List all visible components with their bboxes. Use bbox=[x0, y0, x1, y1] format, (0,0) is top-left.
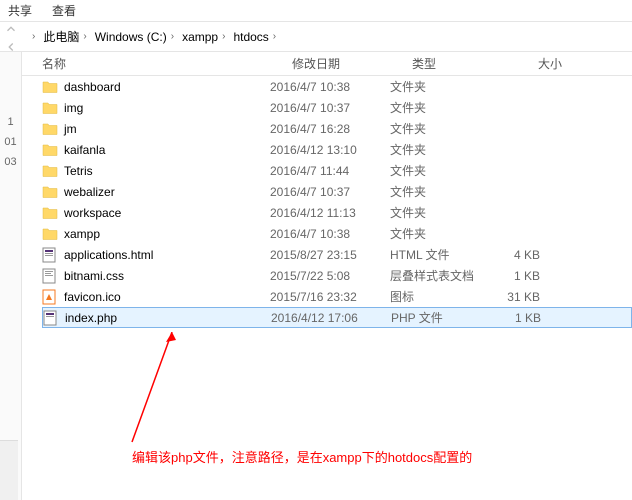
file-type: 文件夹 bbox=[390, 99, 490, 116]
scrollbar-hint[interactable] bbox=[0, 440, 18, 500]
file-size: 1 KB bbox=[491, 311, 551, 325]
ico-icon bbox=[42, 289, 60, 305]
chevron-right-icon: › bbox=[83, 31, 86, 42]
toolbar-view[interactable]: 查看 bbox=[52, 2, 76, 19]
header-name[interactable]: 名称 bbox=[42, 55, 292, 72]
header-type[interactable]: 类型 bbox=[412, 55, 512, 72]
breadcrumb-label: xampp bbox=[182, 30, 218, 44]
file-date: 2016/4/7 11:44 bbox=[270, 164, 390, 178]
breadcrumb-label: Windows (C:) bbox=[95, 30, 167, 44]
file-date: 2016/4/12 11:13 bbox=[270, 206, 390, 220]
file-date: 2015/7/16 23:32 bbox=[270, 290, 390, 304]
file-type: 层叠样式表文档 bbox=[390, 267, 490, 284]
file-date: 2016/4/12 13:10 bbox=[270, 143, 390, 157]
file-type: PHP 文件 bbox=[391, 309, 491, 326]
breadcrumb-bar: › 此电脑 › Windows (C:) › xampp › htdocs › bbox=[0, 22, 632, 52]
file-row[interactable]: xampp 2016/4/7 10:38文件夹 bbox=[42, 223, 632, 244]
breadcrumb-item[interactable]: xampp › bbox=[180, 30, 231, 44]
file-date: 2016/4/7 10:37 bbox=[270, 101, 390, 115]
file-size: 31 KB bbox=[490, 290, 550, 304]
file-date: 2016/4/12 17:06 bbox=[271, 311, 391, 325]
toolbar: 共享 查看 bbox=[0, 0, 632, 22]
file-row[interactable]: Tetris 2016/4/7 11:44文件夹 bbox=[42, 160, 632, 181]
file-row[interactable]: kaifanla 2016/4/12 13:10文件夹 bbox=[42, 139, 632, 160]
file-date: 2016/4/7 10:38 bbox=[270, 227, 390, 241]
file-row[interactable]: img 2016/4/7 10:37文件夹 bbox=[42, 97, 632, 118]
folder-icon bbox=[42, 121, 60, 137]
file-date: 2016/4/7 10:38 bbox=[270, 80, 390, 94]
column-headers: 名称 修改日期 类型 大小 bbox=[22, 52, 632, 76]
chevron-right-icon: › bbox=[32, 31, 35, 42]
file-type: 文件夹 bbox=[390, 162, 490, 179]
breadcrumb-item[interactable]: Windows (C:) › bbox=[93, 30, 180, 44]
file-size: 1 KB bbox=[490, 269, 550, 283]
header-date[interactable]: 修改日期 bbox=[292, 55, 412, 72]
sidebar: 1 01 03 bbox=[0, 52, 22, 500]
file-type: 文件夹 bbox=[390, 120, 490, 137]
file-row[interactable]: bitnami.css 2015/7/22 5:08层叠样式表文档1 KB bbox=[42, 265, 632, 286]
folder-icon bbox=[42, 184, 60, 200]
file-row[interactable]: dashboard 2016/4/7 10:38文件夹 bbox=[42, 76, 632, 97]
file-name: applications.html bbox=[64, 248, 153, 262]
file-name: img bbox=[64, 101, 83, 115]
toolbar-share[interactable]: 共享 bbox=[8, 2, 32, 19]
breadcrumb-item[interactable]: htdocs › bbox=[231, 30, 282, 44]
breadcrumb-label: 此电脑 bbox=[43, 28, 79, 45]
file-name: Tetris bbox=[64, 164, 93, 178]
file-type: 文件夹 bbox=[390, 183, 490, 200]
file-date: 2015/8/27 23:15 bbox=[270, 248, 390, 262]
file-date: 2016/4/7 16:28 bbox=[270, 122, 390, 136]
file-type: 文件夹 bbox=[390, 225, 490, 242]
file-date: 2015/7/22 5:08 bbox=[270, 269, 390, 283]
file-size: 4 KB bbox=[490, 248, 550, 262]
breadcrumb-item[interactable]: 此电脑 › bbox=[41, 28, 92, 45]
folder-icon bbox=[42, 163, 60, 179]
css-icon bbox=[42, 268, 60, 284]
chevron-right-icon: › bbox=[171, 31, 174, 42]
chevron-right-icon: › bbox=[273, 31, 276, 42]
file-type: 图标 bbox=[390, 288, 490, 305]
file-type: 文件夹 bbox=[390, 78, 490, 95]
file-row[interactable]: jm 2016/4/7 16:28文件夹 bbox=[42, 118, 632, 139]
file-name: dashboard bbox=[64, 80, 121, 94]
html-icon bbox=[42, 247, 60, 263]
file-type: 文件夹 bbox=[390, 141, 490, 158]
breadcrumb-item[interactable]: › bbox=[26, 31, 41, 42]
file-name: workspace bbox=[64, 206, 121, 220]
file-type: 文件夹 bbox=[390, 204, 490, 221]
file-row[interactable]: webalizer 2016/4/7 10:37文件夹 bbox=[42, 181, 632, 202]
file-type: HTML 文件 bbox=[390, 246, 490, 263]
sidebar-fragment: 01 bbox=[0, 132, 21, 152]
folder-icon bbox=[42, 205, 60, 221]
folder-icon bbox=[42, 142, 60, 158]
file-name: webalizer bbox=[64, 185, 115, 199]
folder-icon bbox=[42, 79, 60, 95]
file-name: jm bbox=[64, 122, 77, 136]
file-row[interactable]: workspace 2016/4/12 11:13文件夹 bbox=[42, 202, 632, 223]
file-name: xampp bbox=[64, 227, 100, 241]
file-name: kaifanla bbox=[64, 143, 105, 157]
header-size[interactable]: 大小 bbox=[512, 55, 572, 72]
nav-up-icon[interactable] bbox=[4, 22, 18, 36]
file-row[interactable]: applications.html 2015/8/27 23:15HTML 文件4… bbox=[42, 244, 632, 265]
file-list: dashboard2016/4/7 10:38文件夹img2016/4/7 10… bbox=[22, 76, 632, 328]
sidebar-fragment: 03 bbox=[0, 152, 21, 172]
file-name: favicon.ico bbox=[64, 290, 121, 304]
annotation-arrow-icon bbox=[112, 332, 192, 452]
folder-icon bbox=[42, 100, 60, 116]
php-icon bbox=[43, 310, 61, 326]
file-date: 2016/4/7 10:37 bbox=[270, 185, 390, 199]
breadcrumb-label: htdocs bbox=[233, 30, 268, 44]
sidebar-fragment: 1 bbox=[0, 112, 21, 132]
file-row[interactable]: favicon.ico 2015/7/16 23:32图标31 KB bbox=[42, 286, 632, 307]
file-name: index.php bbox=[65, 311, 117, 325]
annotation-text: 编辑该php文件，注意路径，是在xampp下的hotdocs配置的 bbox=[132, 447, 472, 466]
file-row[interactable]: index.php 2016/4/12 17:06PHP 文件1 KB bbox=[42, 307, 632, 328]
nav-arrows bbox=[4, 20, 22, 54]
folder-icon bbox=[42, 226, 60, 242]
file-name: bitnami.css bbox=[64, 269, 124, 283]
chevron-right-icon: › bbox=[222, 31, 225, 42]
